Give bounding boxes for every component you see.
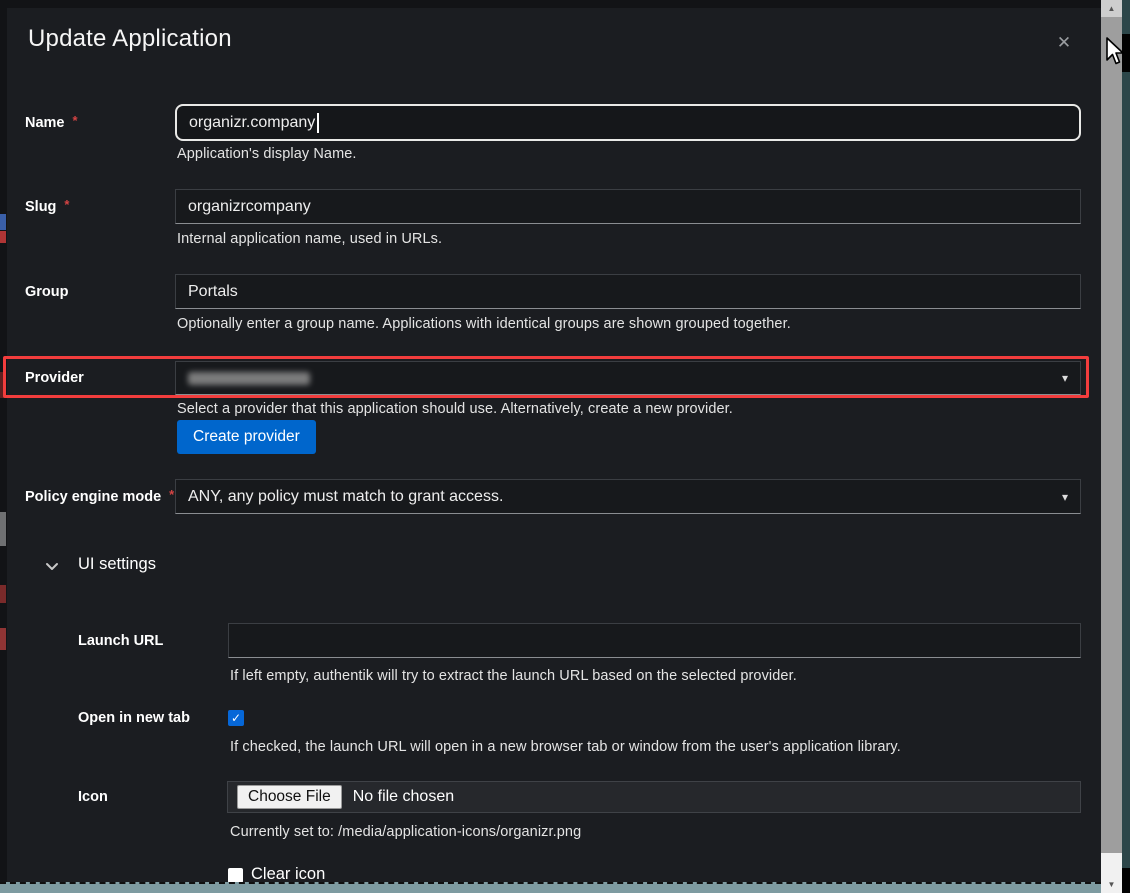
required-asterisk: * — [73, 113, 78, 128]
open-in-new-tab-help: If checked, the launch URL will open in … — [230, 739, 901, 755]
launch-url-input[interactable] — [228, 623, 1081, 658]
slug-input[interactable]: organizrcompany — [175, 189, 1081, 224]
open-in-new-tab-checkbox[interactable]: ✓ — [228, 710, 244, 726]
scroll-down-icon[interactable]: ▼ — [1101, 876, 1122, 893]
background-page-fragment — [0, 372, 6, 398]
scroll-up-icon[interactable]: ▲ — [1101, 0, 1122, 17]
icon-label: Icon — [78, 781, 108, 813]
group-input[interactable]: Portals — [175, 274, 1081, 309]
policy-engine-mode-select[interactable]: ANY, any policy must match to grant acce… — [175, 479, 1081, 514]
group-label: Group — [25, 274, 69, 309]
screen-edge-notch — [1122, 34, 1130, 72]
ui-settings-label: UI settings — [78, 555, 156, 574]
update-application-modal: Update Application ✕ Name * organizr.com… — [7, 8, 1101, 882]
check-icon: ✓ — [231, 711, 241, 725]
clear-icon-label: Clear icon — [251, 865, 325, 882]
policy-engine-mode-label: Policy engine mode * — [25, 479, 174, 514]
clear-icon-checkbox[interactable] — [228, 868, 243, 882]
group-input-value: Portals — [188, 283, 238, 301]
background-page-fragment — [0, 231, 6, 243]
launch-url-label: Launch URL — [78, 623, 163, 658]
modal-title: Update Application — [28, 25, 232, 53]
provider-label: Provider — [25, 361, 84, 395]
policy-engine-mode-value: ANY, any policy must match to grant acce… — [188, 488, 503, 506]
scrollbar-thumb[interactable] — [1101, 17, 1122, 853]
background-page-fragment — [0, 585, 6, 603]
icon-file-input[interactable]: Choose File No file chosen — [227, 781, 1081, 813]
screen: Update Application ✕ Name * organizr.com… — [0, 0, 1130, 893]
name-help: Application's display Name. — [177, 146, 357, 162]
required-asterisk: * — [169, 487, 174, 502]
slug-help: Internal application name, used in URLs. — [177, 231, 442, 247]
caret-down-icon: ▾ — [1062, 490, 1068, 504]
chevron-down-icon — [45, 562, 59, 571]
choose-file-button[interactable]: Choose File — [237, 785, 342, 809]
launch-url-help: If left empty, authentik will try to ext… — [230, 668, 797, 684]
required-asterisk: * — [64, 197, 69, 212]
name-input-value: organizr.company — [189, 114, 315, 132]
background-page-bottom-strip — [0, 882, 1101, 893]
provider-select[interactable]: ▾ — [175, 361, 1081, 395]
slug-input-value: organizrcompany — [188, 198, 311, 216]
scrollbar[interactable]: ▲ ▼ — [1101, 0, 1122, 893]
file-status-text: No file chosen — [353, 788, 454, 806]
background-page-fragment — [0, 214, 6, 230]
slug-label: Slug * — [25, 189, 69, 224]
text-cursor — [317, 113, 319, 133]
group-help: Optionally enter a group name. Applicati… — [177, 316, 791, 332]
background-page-fragment — [0, 512, 6, 546]
close-icon[interactable]: ✕ — [1051, 30, 1077, 56]
icon-help: Currently set to: /media/application-ico… — [230, 824, 581, 840]
screen-right-edge — [1122, 0, 1130, 893]
caret-down-icon: ▾ — [1062, 371, 1068, 385]
ui-settings-toggle[interactable]: UI settings — [45, 554, 245, 578]
provider-value-redacted — [188, 372, 310, 385]
create-provider-button[interactable]: Create provider — [177, 420, 316, 454]
background-page-fragment — [0, 628, 6, 650]
screen-edge-notch — [1122, 868, 1130, 893]
open-in-new-tab-label: Open in new tab — [78, 708, 190, 728]
provider-help: Select a provider that this application … — [177, 401, 733, 417]
name-input[interactable]: organizr.company — [175, 104, 1081, 141]
name-label: Name * — [25, 104, 78, 141]
